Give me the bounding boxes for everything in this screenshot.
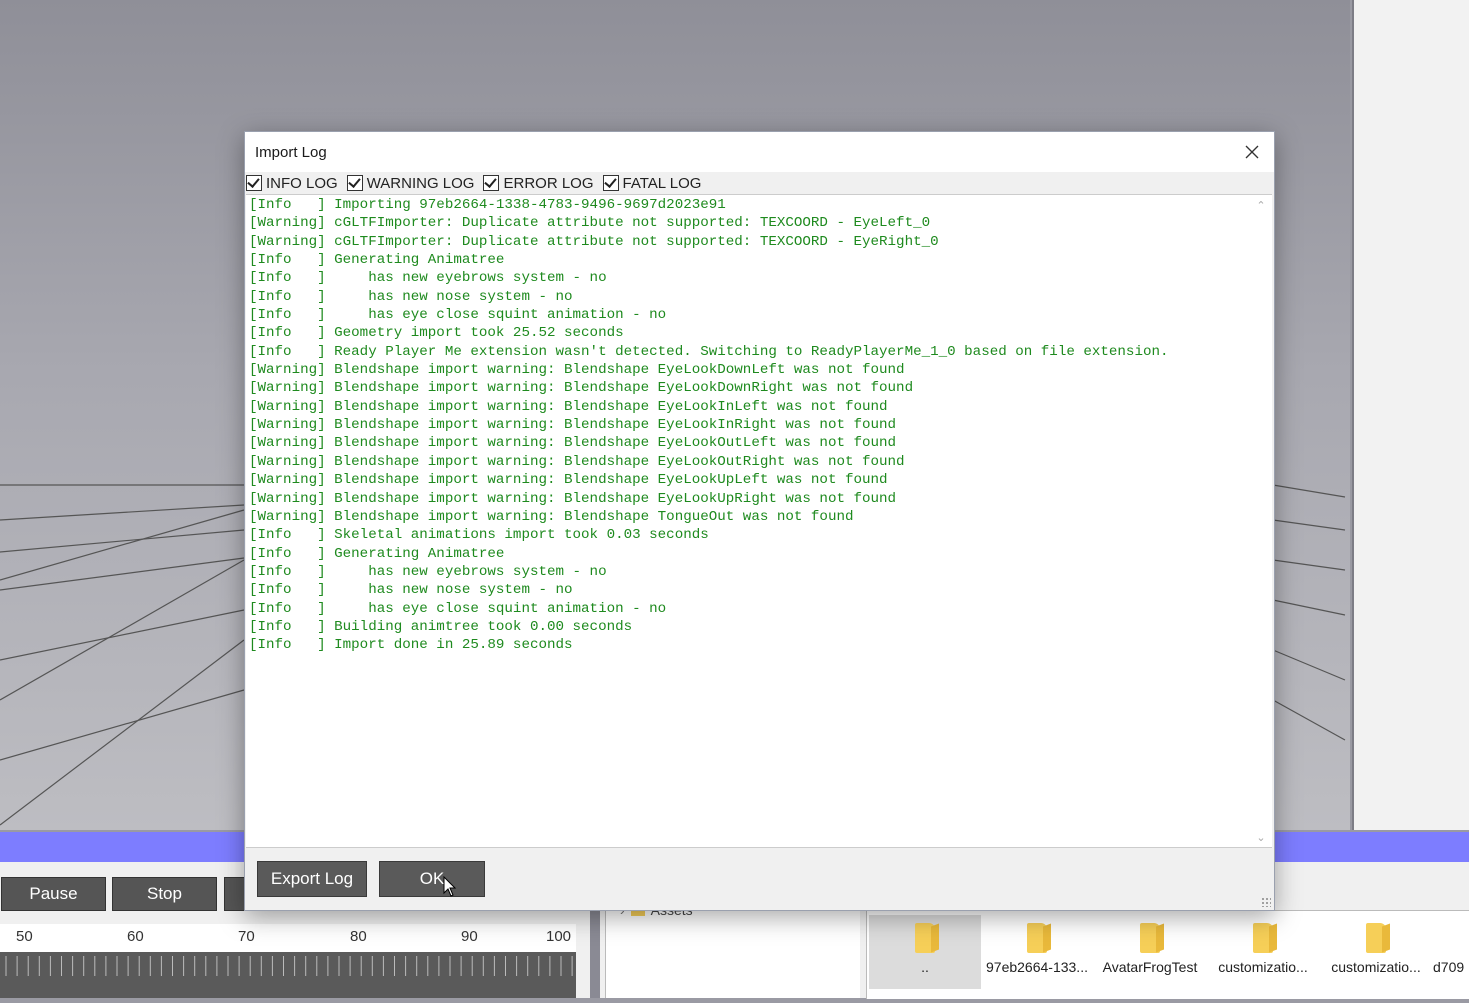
log-line: [Info ] Skeletal animations import took … [249, 527, 709, 544]
log-line: [Info ] has new eyebrows system - no [249, 563, 607, 580]
folder-tree[interactable]: › Assets [605, 902, 860, 998]
ruler-label: 90 [461, 928, 478, 945]
mouse-cursor-icon [443, 876, 457, 897]
log-output[interactable]: [Info ] Importing 97eb2664-1338-4783-949… [246, 194, 1272, 848]
import-log-dialog[interactable]: Import Log INFO LOG WARNING LOG ERROR LO… [244, 131, 1275, 911]
log-line: [Info ] has new nose system - no [249, 288, 573, 305]
ruler-label: 100 [546, 928, 572, 945]
checkbox-checked-icon[interactable] [346, 175, 363, 191]
close-icon[interactable] [1242, 142, 1262, 162]
timeline-ruler[interactable]: 50 60 70 80 90 100 [0, 924, 576, 998]
filter-label: FATAL LOG [622, 174, 702, 192]
filter-label: ERROR LOG [503, 174, 594, 192]
pause-button[interactable]: Pause [1, 877, 106, 911]
folder-icon [915, 923, 935, 953]
log-line: [Warning] Blendshape import warning: Ble… [249, 472, 888, 489]
folder-icon [1366, 923, 1386, 953]
log-lines: [Info ] Importing 97eb2664-1338-4783-949… [249, 196, 1169, 655]
log-line: [Warning] cGLTFImporter: Duplicate attri… [249, 215, 931, 232]
file-item[interactable]: .. [869, 915, 981, 989]
log-line: [Info ] Import done in 25.89 seconds [249, 637, 573, 654]
ok-button[interactable]: OK [379, 861, 485, 897]
file-browser[interactable]: .. 97eb2664-133... AvatarFrogTest custom… [866, 910, 1469, 999]
ruler-label: 70 [238, 928, 255, 945]
resize-grip-icon[interactable] [1261, 897, 1271, 907]
export-log-button[interactable]: Export Log [257, 861, 367, 897]
log-line: [Warning] Blendshape import warning: Ble… [249, 453, 905, 470]
stop-button[interactable]: Stop [112, 877, 217, 911]
file-item[interactable]: 97eb2664-133... [981, 915, 1093, 989]
log-line: [Warning] Blendshape import warning: Ble… [249, 417, 897, 434]
log-filters: INFO LOG WARNING LOG ERROR LOG FATAL LOG [245, 172, 1274, 194]
ruler-label: 80 [350, 928, 367, 945]
log-line: [Info ] Building animtree took 0.00 seco… [249, 618, 633, 635]
file-label: customizatio... [1331, 959, 1421, 975]
checkbox-checked-icon[interactable] [246, 175, 262, 191]
log-line: [Warning] Blendshape import warning: Ble… [249, 380, 914, 397]
dialog-titlebar[interactable]: Import Log [245, 132, 1274, 172]
scroll-up-icon[interactable]: ⌃ [1256, 199, 1266, 212]
file-label: .. [921, 959, 929, 975]
log-scrollbar[interactable]: ⌃ ⌄ [1251, 195, 1272, 847]
file-item[interactable]: customizatio... [1320, 915, 1432, 989]
error-log-checkbox[interactable]: ERROR LOG [482, 174, 594, 192]
log-line: [Info ] Ready Player Me extension wasn't… [249, 343, 1169, 360]
scroll-down-icon[interactable]: ⌄ [1256, 831, 1266, 844]
log-line: [Info ] Generating Animatree [249, 545, 505, 562]
info-log-checkbox[interactable]: INFO LOG [245, 175, 338, 192]
checkbox-checked-icon[interactable] [483, 175, 500, 191]
log-line: [Info ] has new nose system - no [249, 582, 573, 599]
log-line: [Warning] cGLTFImporter: Duplicate attri… [249, 233, 939, 250]
folder-icon [1253, 923, 1273, 953]
ruler-label: 50 [16, 928, 33, 945]
file-label: 97eb2664-133... [986, 959, 1088, 975]
file-label: d709 [1433, 959, 1465, 975]
right-side-panel [1352, 0, 1469, 830]
log-line: [Warning] Blendshape import warning: Ble… [249, 435, 897, 452]
panel-splitter[interactable] [590, 908, 600, 998]
warning-log-checkbox[interactable]: WARNING LOG [346, 174, 475, 192]
log-line: [Info ] has eye close squint animation -… [249, 307, 667, 324]
log-line: [Warning] Blendshape import warning: Ble… [249, 398, 888, 415]
file-item[interactable]: AvatarFrogTest [1094, 915, 1206, 989]
fatal-log-checkbox[interactable]: FATAL LOG [602, 174, 702, 192]
dialog-title: Import Log [255, 144, 327, 161]
filter-label: INFO LOG [266, 174, 338, 192]
file-label: AvatarFrogTest [1102, 959, 1198, 975]
log-line: [Info ] Importing 97eb2664-1338-4783-949… [249, 197, 726, 213]
ruler-label: 60 [127, 928, 144, 945]
checkbox-checked-icon[interactable] [602, 175, 619, 191]
filter-label: WARNING LOG [366, 174, 475, 192]
ruler-ticks [0, 952, 576, 998]
file-item[interactable]: customizatio... [1207, 915, 1319, 989]
log-line: [Warning] Blendshape import warning: Ble… [249, 508, 854, 525]
file-item[interactable]: d709 [1433, 915, 1469, 989]
folder-icon [1027, 923, 1047, 953]
file-label: customizatio... [1218, 959, 1308, 975]
log-line: [Info ] has new eyebrows system - no [249, 270, 607, 287]
log-line: [Info ] Generating Animatree [249, 252, 505, 269]
folder-icon [1140, 923, 1160, 953]
log-line: [Info ] has eye close squint animation -… [249, 600, 667, 617]
log-line: [Warning] Blendshape import warning: Ble… [249, 490, 897, 507]
log-line: [Warning] Blendshape import warning: Ble… [249, 362, 905, 379]
log-line: [Info ] Geometry import took 25.52 secon… [249, 325, 624, 342]
